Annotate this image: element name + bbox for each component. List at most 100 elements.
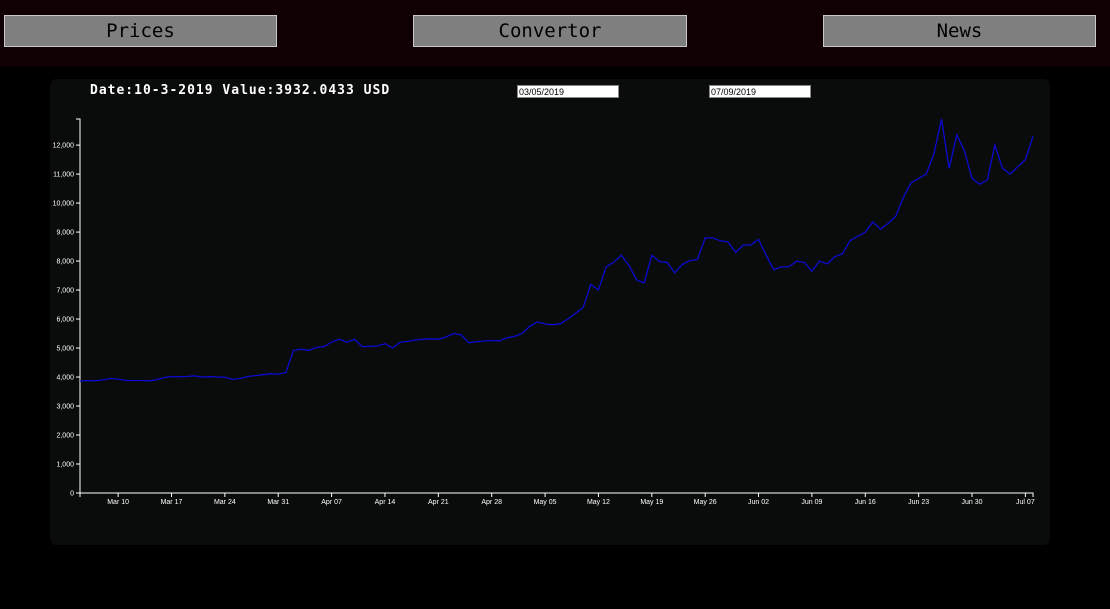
data-point [315, 346, 318, 349]
y-tick-label: 9,000 [56, 230, 74, 237]
data-point [765, 254, 768, 257]
data-point [841, 252, 844, 255]
data-point [147, 379, 150, 382]
x-tick-label: Mar 31 [267, 499, 289, 506]
data-point [1016, 165, 1019, 168]
data-point [849, 239, 852, 242]
data-point [307, 349, 310, 352]
data-point [170, 375, 173, 378]
data-point [795, 260, 798, 263]
y-axis: 0 1,000 2,000 3,000 4,000 5,000 6,000 7,000 8,00… [53, 118, 81, 498]
x-tick: Mar 10 [107, 493, 129, 506]
data-point [681, 263, 684, 266]
data-point [208, 375, 211, 378]
news-button[interactable]: News [823, 15, 1096, 47]
data-point [101, 378, 104, 381]
data-point [338, 338, 341, 341]
y-tick: 1,000 [56, 462, 80, 469]
data-point [1024, 158, 1027, 161]
data-point [589, 283, 592, 286]
data-point [513, 335, 516, 338]
y-tick: 10,000 [53, 201, 80, 208]
y-tick: 8,000 [56, 259, 80, 266]
data-point [231, 378, 234, 381]
data-point [658, 260, 661, 263]
top-navigation-bar: Prices Convertor News [0, 0, 1110, 67]
x-tick: May 05 [534, 493, 557, 506]
x-tick-label: Jun 30 [961, 499, 982, 506]
data-point [323, 345, 326, 348]
convertor-button[interactable]: Convertor [413, 15, 687, 47]
prices-button[interactable]: Prices [4, 15, 277, 47]
data-point [490, 339, 493, 342]
x-tick: Jun 09 [801, 493, 823, 506]
data-point [688, 259, 691, 262]
data-point [582, 306, 585, 309]
x-tick: Jul 07 [1016, 493, 1035, 506]
data-point [887, 222, 890, 225]
data-point [925, 173, 928, 176]
x-tick: May 19 [640, 493, 663, 506]
x-tick: Jun 16 [855, 493, 876, 506]
x-tick-label: Apr 28 [481, 499, 502, 506]
data-point [719, 239, 722, 242]
data-point [826, 263, 829, 266]
x-axis-line [79, 492, 1034, 497]
data-point [666, 261, 669, 264]
data-point [833, 255, 836, 258]
data-point [467, 341, 470, 344]
data-point [254, 374, 257, 377]
data-point [734, 251, 737, 254]
y-tick-label: 8,000 [56, 259, 74, 266]
data-point [673, 271, 676, 274]
data-point [216, 376, 219, 379]
data-point [376, 345, 379, 348]
x-tick-label: May 05 [534, 499, 557, 506]
y-tick-label: 1,000 [56, 462, 74, 469]
data-point [627, 264, 630, 267]
data-point [406, 340, 409, 343]
x-tick-label: May 12 [587, 499, 610, 506]
data-point [856, 235, 859, 238]
data-point [155, 378, 158, 381]
data-point [818, 260, 821, 263]
x-tick: Apr 28 [481, 493, 502, 506]
data-point [483, 340, 486, 343]
data-point [185, 375, 188, 378]
data-point [788, 265, 791, 268]
data-point [414, 338, 417, 341]
data-point [368, 345, 371, 348]
y-tick: 9,000 [56, 230, 80, 237]
data-point [932, 152, 935, 155]
data-point [986, 178, 989, 181]
data-point [1001, 167, 1004, 170]
data-point [635, 278, 638, 281]
data-point [704, 236, 707, 239]
data-point [521, 332, 524, 335]
x-tick-label: Apr 07 [321, 499, 342, 506]
data-point [1009, 173, 1012, 176]
data-point [971, 177, 974, 180]
data-point [178, 375, 181, 378]
data-point [559, 322, 562, 325]
y-tick-label: 3,000 [56, 404, 74, 411]
y-axis-line [76, 118, 81, 494]
data-point [94, 379, 97, 382]
y-tick: 3,000 [56, 404, 80, 411]
x-tick: Mar 24 [214, 493, 236, 506]
data-point [696, 258, 699, 261]
x-tick-label: Jun 09 [801, 499, 822, 506]
y-tick-label: 6,000 [56, 317, 74, 324]
data-point [605, 265, 608, 268]
data-point [330, 341, 333, 344]
data-point [780, 265, 783, 268]
x-tick-label: Mar 10 [107, 499, 129, 506]
data-point [810, 270, 813, 273]
y-tick: 5,000 [56, 346, 80, 353]
data-point [117, 378, 120, 381]
data-point [963, 149, 966, 152]
data-point [955, 133, 958, 136]
y-tick: 0 [70, 491, 80, 498]
y-tick-label: 4,000 [56, 375, 74, 382]
x-tick-label: Apr 14 [375, 499, 396, 506]
